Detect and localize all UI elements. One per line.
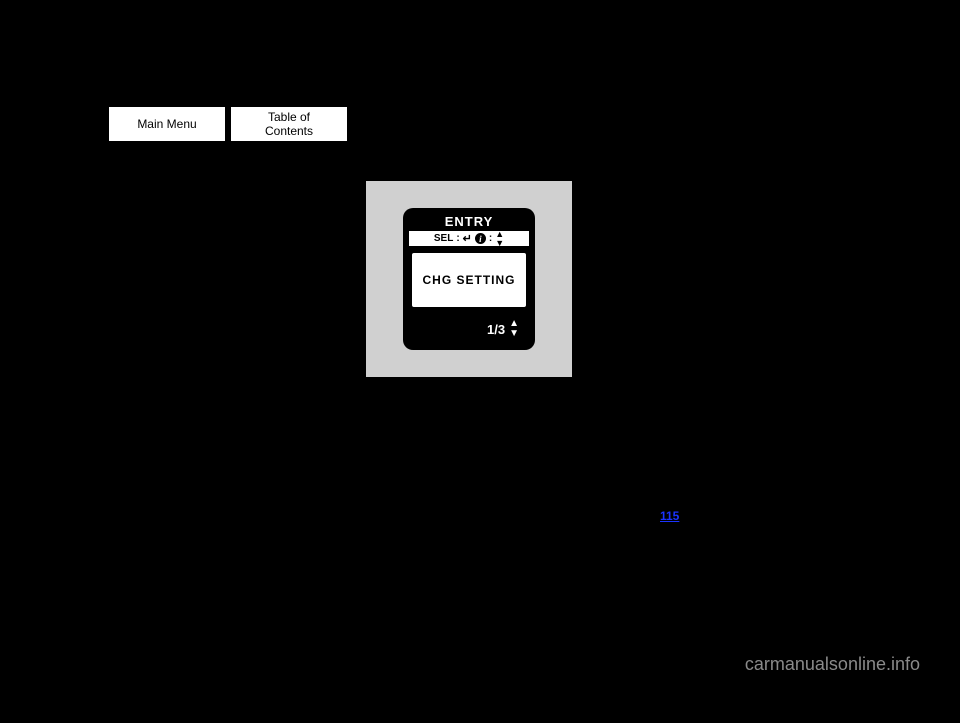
page-ref-link[interactable]: 115 bbox=[660, 509, 679, 523]
updown-icon: ▲▼ bbox=[509, 319, 519, 339]
device-figure: ENTRY SEL: ↵ i: ▲▼ CHG SETTING 1/3 ▲▼ bbox=[366, 181, 572, 377]
enter-icon: ↵ bbox=[463, 232, 472, 245]
page-indicator-row: 1/3 ▲▼ bbox=[409, 319, 529, 339]
toc-button[interactable]: Table of Contents bbox=[230, 106, 348, 142]
nav-buttons: Main Menu Table of Contents bbox=[108, 106, 348, 142]
main-menu-button[interactable]: Main Menu bbox=[108, 106, 226, 142]
updown-icon: ▲▼ bbox=[495, 230, 504, 248]
sel-row: SEL: ↵ i: ▲▼ bbox=[409, 231, 529, 246]
page-indicator: 1/3 bbox=[487, 322, 505, 337]
device-screen: CHG SETTING bbox=[410, 251, 528, 309]
info-colon: : bbox=[489, 233, 492, 244]
sel-colon: : bbox=[456, 233, 459, 244]
device-display: ENTRY SEL: ↵ i: ▲▼ CHG SETTING 1/3 ▲▼ bbox=[403, 208, 535, 350]
screen-text: CHG SETTING bbox=[422, 273, 515, 287]
device-title: ENTRY bbox=[445, 214, 494, 229]
sel-label: SEL bbox=[434, 233, 453, 244]
info-icon: i bbox=[475, 233, 486, 244]
watermark: carmanualsonline.info bbox=[745, 654, 920, 675]
